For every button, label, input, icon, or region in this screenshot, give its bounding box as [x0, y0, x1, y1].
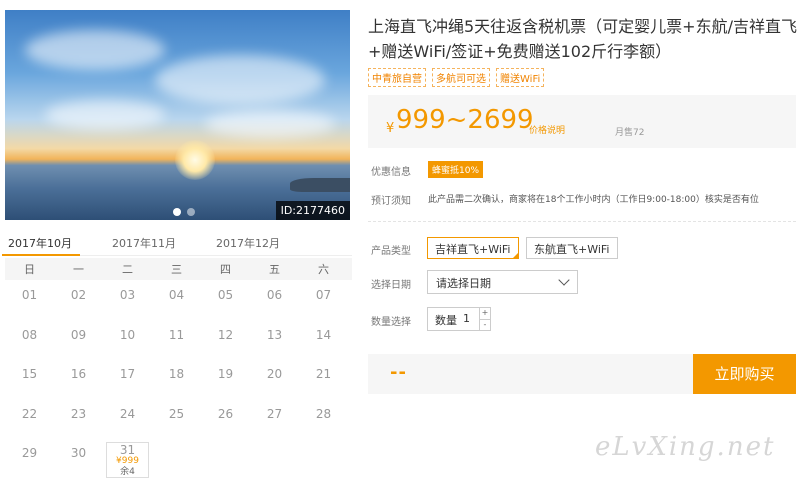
cloud-shape	[205, 110, 335, 138]
product-tags: 中青旅自营 多航司可选 赠送WiFi	[368, 68, 545, 87]
cloud-shape	[155, 55, 325, 105]
slide-dot[interactable]	[173, 208, 181, 216]
calendar-day: 19	[217, 367, 234, 382]
selected-corner-icon	[511, 252, 519, 259]
calendar-day: 07	[315, 288, 332, 302]
weekday-label: 四	[220, 263, 231, 276]
price-box: ¥ 999~2699 价格说明 月售72	[368, 95, 796, 148]
calendar-day: 21	[315, 367, 332, 382]
calendar-day: 12	[217, 327, 234, 342]
option-label: 吉祥直飞+WiFi	[435, 243, 511, 256]
calendar-day: 16	[70, 367, 87, 382]
qty-prefix: 数量	[435, 314, 457, 327]
calendar-day: 08	[21, 327, 38, 342]
calendar-day: 14	[315, 327, 332, 342]
weekday-label: 一	[73, 263, 84, 276]
weekday-label: 五	[269, 263, 280, 276]
calendar-day: 23	[70, 406, 87, 421]
notice-label: 预订须知	[371, 196, 411, 207]
increment-button[interactable]: +	[480, 308, 490, 319]
weekday-label: 二	[122, 263, 133, 276]
calendar-day: 05	[217, 288, 234, 302]
tab-month-oct[interactable]: 2017年10月	[2, 230, 80, 256]
calendar-day: 11	[168, 327, 185, 342]
calendar-day: 25	[168, 406, 185, 421]
date-select[interactable]: 请选择日期	[427, 270, 578, 294]
tag-badge: 赠送WiFi	[496, 68, 545, 87]
decrement-button[interactable]: -	[480, 319, 490, 330]
watermark-logo: eLvXing.net	[595, 432, 776, 462]
calendar-day: 29	[21, 446, 38, 461]
image-id-badge: ID:2177460	[275, 201, 350, 220]
quantity-stepper[interactable]: 数量 1 + -	[427, 307, 491, 331]
calendar-day: 10	[119, 327, 136, 342]
day-stock: 余4	[120, 467, 135, 478]
calendar-day: 18	[168, 367, 185, 382]
promo-badge: 蜂蜜抵10%	[428, 161, 484, 178]
rocks-shape	[290, 178, 350, 192]
calendar-day: 27	[266, 406, 283, 421]
cloud-shape	[25, 30, 165, 70]
date-label: 选择日期	[371, 280, 411, 291]
day-price: ¥999	[116, 456, 139, 467]
tab-month-dec[interactable]: 2017年12月	[216, 230, 280, 255]
calendar-grid: 01 02 03 04 05 06 07 08 09 10 11 12 13 1…	[5, 280, 352, 478]
section-divider	[368, 221, 796, 222]
product-title: 上海直飞冲绳5天往返含税机票（可定婴儿票+东航/吉祥直飞+赠送WiFi/签证+免…	[368, 17, 797, 61]
calendar-day: 04	[168, 288, 185, 302]
price-range: 999~2699	[396, 105, 534, 135]
tag-badge: 多航司可选	[432, 68, 490, 87]
qty-label: 数量选择	[371, 317, 411, 328]
tab-month-nov[interactable]: 2017年11月	[112, 230, 176, 255]
calendar-day: 13	[266, 327, 283, 342]
slide-dot[interactable]	[187, 208, 195, 216]
option-eastern-wifi[interactable]: 东航直飞+WiFi	[526, 237, 618, 259]
weekday-label: 三	[171, 263, 182, 276]
calendar-day: 15	[21, 367, 38, 382]
calendar-day: 17	[119, 367, 136, 382]
calendar-day: 03	[119, 288, 136, 302]
date-placeholder: 请选择日期	[436, 277, 491, 290]
calendar-day-available[interactable]: 31 ¥999 余4	[106, 442, 149, 478]
weekday-header: 日 一 二 三 四 五 六	[5, 258, 352, 280]
price-calendar: 2017年10月 2017年11月 2017年12月 日 一 二 三 四 五 六…	[2, 230, 352, 478]
option-label: 东航直飞+WiFi	[534, 243, 610, 256]
buy-now-button[interactable]: 立即购买	[693, 354, 796, 394]
calendar-day: 20	[266, 367, 283, 382]
tag-badge: 中青旅自营	[368, 68, 426, 87]
cloud-shape	[45, 100, 165, 130]
calendar-day: 01	[21, 288, 38, 302]
option-juneyao-wifi[interactable]: 吉祥直飞+WiFi	[427, 237, 519, 259]
sun-shape	[175, 140, 215, 180]
qty-value[interactable]: 1	[463, 312, 470, 325]
calendar-day: 24	[119, 406, 136, 421]
total-price: --	[390, 362, 407, 383]
calendar-day: 02	[70, 288, 87, 302]
chevron-down-icon	[558, 274, 570, 286]
slide-indicators	[173, 208, 195, 216]
type-label: 产品类型	[371, 246, 411, 257]
calendar-day: 28	[315, 406, 332, 421]
qty-steps: + -	[479, 308, 490, 330]
monthly-sales: 月售72	[615, 128, 645, 138]
hero-image[interactable]: ID:2177460	[5, 10, 350, 220]
currency-symbol: ¥	[386, 121, 395, 136]
price-note-link[interactable]: 价格说明	[529, 123, 565, 136]
promo-label: 优惠信息	[371, 167, 411, 178]
month-tabs: 2017年10月 2017年11月 2017年12月	[2, 230, 352, 256]
calendar-day: 09	[70, 327, 87, 342]
calendar-day: 22	[21, 406, 38, 421]
day-number: 31	[119, 443, 136, 458]
calendar-day: 30	[70, 446, 87, 461]
notice-text: 此产品需二次确认，商家将在18个工作小时内（工作日9:00-18:00）核实是否…	[428, 195, 759, 205]
weekday-label: 六	[318, 263, 329, 276]
calendar-day: 26	[217, 406, 234, 421]
calendar-day: 06	[266, 288, 283, 302]
weekday-label: 日	[24, 263, 35, 276]
